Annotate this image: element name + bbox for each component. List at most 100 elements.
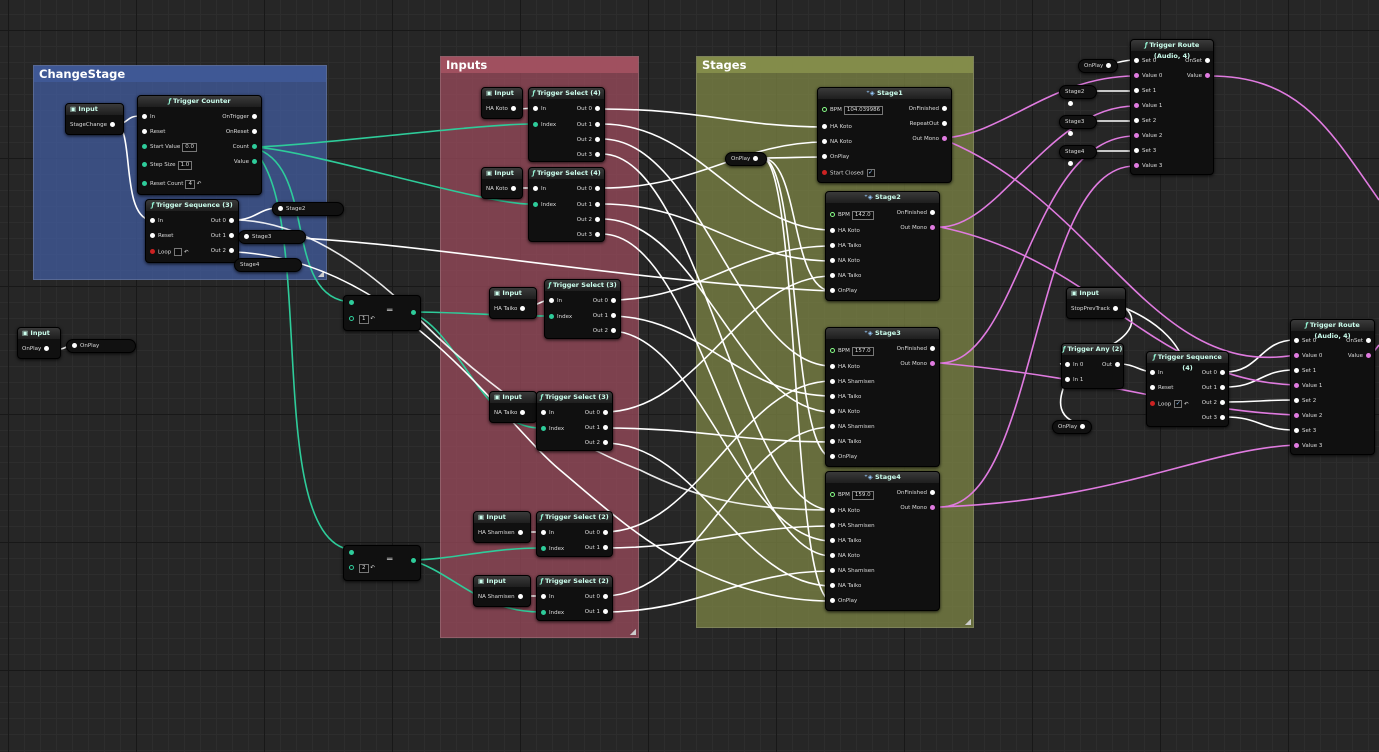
input-pin[interactable]: [541, 409, 546, 415]
output-pin[interactable]: [595, 201, 600, 207]
input-pin[interactable]: [1065, 376, 1070, 382]
output-pin[interactable]: [1220, 399, 1225, 405]
input-pin[interactable]: [142, 113, 147, 119]
input-pin[interactable]: [541, 545, 546, 551]
output-pin[interactable]: [252, 113, 257, 119]
getter-node-onplay-right[interactable]: OnPlay: [1052, 420, 1092, 434]
step-size-field[interactable]: 1.0: [177, 161, 193, 170]
input-pin[interactable]: [830, 552, 835, 558]
output-pin[interactable]: [252, 128, 257, 134]
output-pin[interactable]: [520, 409, 526, 415]
input-pin[interactable]: [142, 180, 147, 186]
output-pin[interactable]: [930, 224, 935, 230]
input-pin[interactable]: [541, 529, 546, 535]
input-pin[interactable]: [1134, 87, 1139, 93]
input-pin[interactable]: [72, 342, 77, 348]
output-pin[interactable]: [1220, 414, 1225, 420]
input-node-na-koto[interactable]: ▣ Input NA Koto: [481, 167, 523, 199]
output-pin[interactable]: [603, 608, 608, 614]
input-pin[interactable]: [830, 438, 835, 444]
input-node-na-shamisen[interactable]: ▣ Input NA Shamisen: [473, 575, 531, 607]
input-pin[interactable]: [533, 105, 538, 111]
input-pin[interactable]: [142, 161, 147, 167]
input-pin[interactable]: [1150, 369, 1155, 375]
trigger-select-4-node-b[interactable]: ƒ Trigger Select (4) In Index Out 0 Out 1…: [528, 167, 605, 242]
trigger-sequence-node[interactable]: ƒ Trigger Sequence (3) In Reset Loop ↶ Ou…: [145, 199, 239, 263]
input-node-stage-change[interactable]: ▣ Input StageChange: [65, 103, 124, 135]
input-pin[interactable]: [541, 609, 546, 615]
stage4-node[interactable]: ⁺◈ Stage4 BPM 159.0 HA Koto HA Shamisen H…: [825, 471, 940, 611]
output-pin[interactable]: [517, 593, 523, 599]
input-pin[interactable]: [1294, 382, 1299, 388]
output-pin[interactable]: [603, 544, 608, 550]
output-pin[interactable]: [930, 489, 935, 495]
input-pin[interactable]: [1294, 337, 1299, 343]
compare-value-field[interactable]: 2: [359, 564, 369, 573]
input-pin[interactable]: [541, 425, 546, 431]
input-pin[interactable]: [830, 211, 835, 217]
start-value-field[interactable]: 0.0: [182, 143, 198, 152]
output-pin[interactable]: [1220, 384, 1225, 390]
input-pin[interactable]: [1134, 162, 1139, 168]
output-pin[interactable]: [1080, 423, 1086, 429]
trigger-select-4-node-a[interactable]: ƒ Trigger Select (4) In Index Out 0 Out 1…: [528, 87, 605, 162]
input-pin[interactable]: [142, 128, 147, 134]
reset-count-field[interactable]: 4: [185, 180, 195, 189]
output-pin[interactable]: [229, 217, 234, 223]
output-pin[interactable]: [510, 105, 516, 111]
input-pin[interactable]: [1134, 57, 1139, 63]
output-pin[interactable]: [1068, 100, 1073, 106]
input-pin[interactable]: [830, 393, 835, 399]
input-pin[interactable]: [822, 106, 827, 112]
input-pin[interactable]: [830, 272, 835, 278]
input-pin[interactable]: [1134, 72, 1139, 78]
bpm-field[interactable]: 157.0: [851, 347, 874, 356]
input-pin[interactable]: [549, 297, 554, 303]
input-pin[interactable]: [1294, 367, 1299, 373]
input-pin[interactable]: [533, 185, 538, 191]
input-pin[interactable]: [1294, 397, 1299, 403]
output-pin[interactable]: [611, 297, 616, 303]
input-pin[interactable]: [830, 453, 835, 459]
output-pin[interactable]: [1205, 72, 1210, 78]
output-pin[interactable]: [930, 360, 935, 366]
input-pin[interactable]: [1294, 427, 1299, 433]
input-pin[interactable]: [1065, 361, 1070, 367]
reset-arrow-icon[interactable]: ↶: [195, 181, 202, 187]
input-pin[interactable]: [830, 537, 835, 543]
output-pin[interactable]: [1112, 305, 1118, 311]
bpm-field[interactable]: 159.0: [851, 491, 874, 500]
output-pin[interactable]: [44, 345, 50, 351]
loop-checkbox[interactable]: ✓: [1174, 400, 1183, 408]
getter-node-stage2[interactable]: Stage2: [1059, 85, 1097, 106]
trigger-sequence-4-node[interactable]: ƒ Trigger Sequence (4) In Reset Loop ✓ ↶ O…: [1146, 351, 1229, 427]
output-pin[interactable]: [1068, 130, 1073, 136]
input-pin[interactable]: [830, 567, 835, 573]
output-pin[interactable]: [753, 155, 759, 161]
output-pin[interactable]: [595, 136, 600, 142]
input-pin[interactable]: [1134, 117, 1139, 123]
setter-node-onplay[interactable]: OnPlay: [66, 339, 136, 353]
trigger-route-node-right[interactable]: ƒ Trigger Route (Audio, 4) Set 0 Value 0 …: [1290, 319, 1375, 455]
input-pin[interactable]: [533, 121, 538, 127]
input-node-ha-taiko[interactable]: ▣ Input HA Taiko: [489, 287, 537, 319]
input-pin[interactable]: [1134, 102, 1139, 108]
output-pin[interactable]: [942, 120, 947, 126]
output-pin[interactable]: [603, 593, 608, 599]
reset-arrow-icon[interactable]: ↶: [369, 316, 375, 322]
output-pin[interactable]: [942, 135, 947, 141]
input-pin[interactable]: [830, 522, 835, 528]
output-pin[interactable]: [595, 121, 600, 127]
compare-node-1[interactable]: 1 ↶ ═: [343, 295, 421, 331]
input-pin[interactable]: [830, 597, 835, 603]
input-pin[interactable]: [830, 423, 835, 429]
input-pin[interactable]: [830, 257, 835, 263]
input-pin[interactable]: [142, 143, 147, 149]
input-pin[interactable]: [278, 205, 283, 211]
input-pin[interactable]: [830, 242, 835, 248]
output-pin[interactable]: [611, 327, 616, 333]
trigger-any-node[interactable]: ƒ Trigger Any (2) In 0 In 1 Out: [1061, 343, 1124, 389]
output-pin[interactable]: [109, 121, 115, 127]
input-pin[interactable]: [830, 363, 835, 369]
getter-node-stage3[interactable]: Stage3: [1059, 115, 1097, 136]
